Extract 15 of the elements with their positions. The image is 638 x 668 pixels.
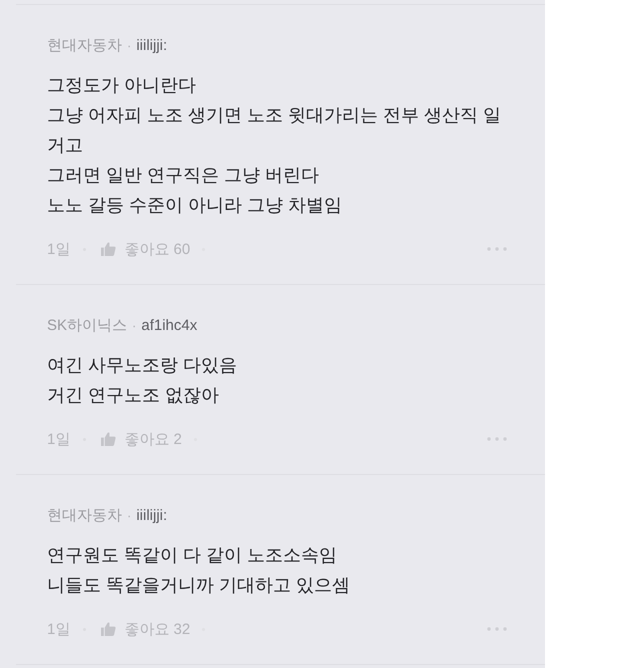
separator-dot: · xyxy=(127,508,132,522)
thumbs-up-icon xyxy=(101,432,116,446)
username: af1ihc4x xyxy=(141,316,198,334)
comment-text: 여긴 사무노조랑 다있음 거긴 연구노조 없잖아 xyxy=(47,354,238,407)
thumbs-up-icon xyxy=(101,242,116,256)
comment-text: 그정도가 아니란다 그냥 어자피 노조 생기면 노조 윗대가리는 전부 생산직 일 거고 그러면 일반 연구직은 그냥 버린다 노노 갈등 수준이 아니라 그냥 차별임 xyxy=(47,74,502,217)
username: iiilijji: xyxy=(136,506,168,524)
username: iiilijji: xyxy=(136,36,168,54)
company-name: 현대자동차 xyxy=(47,506,122,524)
thumbs-up-icon xyxy=(101,622,116,636)
company-name: 현대자동차 xyxy=(47,36,122,54)
comment-text: 연구원도 똑같이 다 같이 노조소속임 니들도 똑같을거니까 기대하고 있으셈 xyxy=(47,544,352,597)
separator-dot: · xyxy=(132,318,136,332)
company-name: SK하이닉스 xyxy=(47,316,128,334)
separator-dot: · xyxy=(127,38,132,52)
